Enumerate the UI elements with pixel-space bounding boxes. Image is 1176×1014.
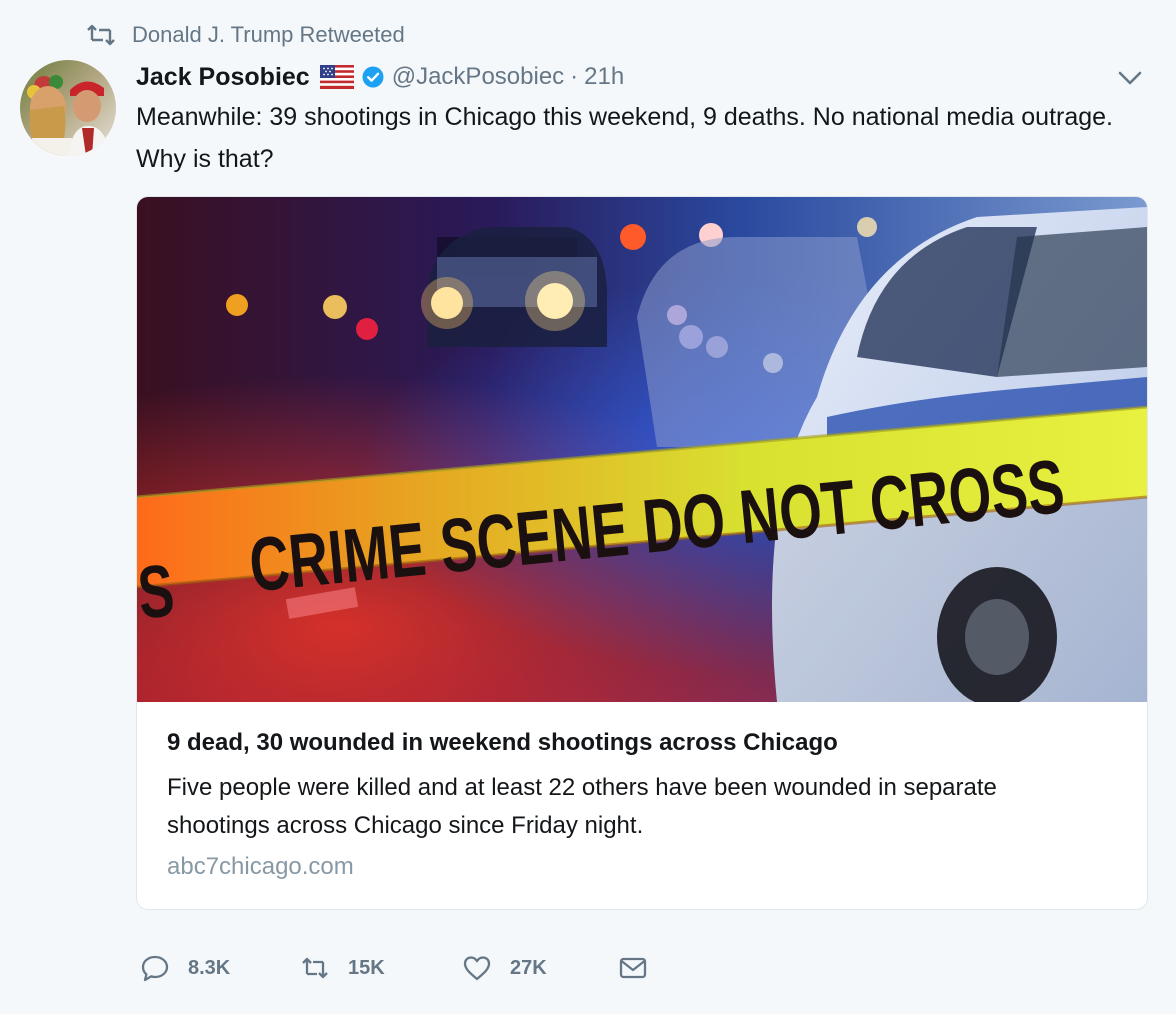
link-card[interactable]: S CRIME SCENE DO NOT CROSS 9 dead, 30 wo… bbox=[136, 196, 1148, 910]
avatar[interactable] bbox=[20, 60, 116, 156]
card-title[interactable]: 9 dead, 30 wounded in weekend shootings … bbox=[167, 727, 1117, 759]
tweet-timestamp[interactable]: 21h bbox=[584, 63, 624, 91]
retweet-button[interactable]: 15K bbox=[300, 953, 462, 983]
reply-count: 8.3K bbox=[188, 956, 231, 979]
like-button[interactable]: 27K bbox=[462, 953, 618, 983]
flag-us-icon bbox=[319, 65, 354, 89]
card-image: S CRIME SCENE DO NOT CROSS bbox=[137, 197, 1147, 702]
reply-button[interactable]: 8.3K bbox=[140, 953, 300, 983]
author-name[interactable]: Jack Posobiec bbox=[136, 63, 310, 92]
tweet-actions: 8.3K 15K 27K bbox=[140, 948, 648, 988]
verified-icon bbox=[362, 66, 384, 88]
retweet-context: Donald J. Trump Retweeted bbox=[86, 20, 405, 50]
direct-message-icon bbox=[619, 957, 647, 979]
author-handle[interactable]: @JackPosobiec bbox=[392, 63, 564, 91]
like-count: 27K bbox=[510, 956, 547, 979]
retweet-count: 15K bbox=[348, 956, 385, 979]
retweet-context-label[interactable]: Donald J. Trump Retweeted bbox=[132, 22, 405, 48]
separator-dot: · bbox=[570, 63, 579, 90]
card-domain[interactable]: abc7chicago.com bbox=[167, 853, 354, 881]
tweet-text: Meanwhile: 39 shootings in Chicago this … bbox=[136, 103, 1114, 173]
tweet: Donald J. Trump Retweeted Jack Posobiec … bbox=[0, 0, 1176, 1014]
retweet-icon bbox=[302, 957, 328, 979]
like-icon bbox=[463, 956, 491, 981]
tweet-header: Jack Posobiec @JackPosobiec · 21h bbox=[136, 58, 624, 96]
reply-icon bbox=[141, 955, 169, 982]
chevron-down-icon[interactable] bbox=[1116, 66, 1144, 90]
retweet-icon bbox=[87, 24, 115, 46]
direct-message-button[interactable] bbox=[618, 953, 648, 983]
card-description: Five people were killed and at least 22 … bbox=[167, 774, 997, 839]
